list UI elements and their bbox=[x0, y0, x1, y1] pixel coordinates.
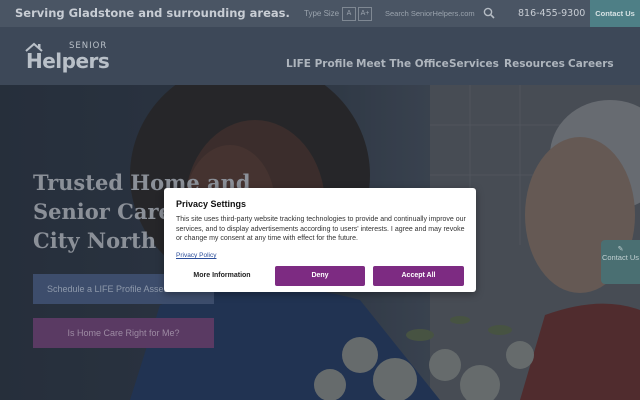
senior-helpers-logo[interactable]: SENIOR Helpers bbox=[24, 41, 119, 75]
accept-all-button[interactable]: Accept All bbox=[373, 266, 464, 286]
nav-careers[interactable]: Careers bbox=[568, 58, 614, 70]
logo-helpers-text: Helpers bbox=[26, 49, 110, 73]
is-home-care-right-button[interactable]: Is Home Care Right for Me? bbox=[33, 318, 214, 348]
floating-contact-label: Contact Us bbox=[601, 253, 640, 262]
type-size-large-button[interactable]: A+ bbox=[358, 7, 372, 21]
privacy-policy-link[interactable]: Privacy Policy bbox=[176, 252, 216, 259]
more-information-button[interactable]: More Information bbox=[176, 266, 268, 286]
privacy-settings-dialog: Privacy Settings This site uses third-pa… bbox=[164, 188, 476, 292]
type-size-normal-button[interactable]: A bbox=[342, 7, 356, 21]
nav-life-profile[interactable]: LIFE Profile bbox=[286, 58, 353, 70]
service-area-tagline: Serving Gladstone and surrounding areas. bbox=[15, 6, 290, 20]
contact-us-button[interactable]: Contact Us bbox=[590, 0, 640, 27]
nav-resources[interactable]: Resources bbox=[504, 58, 565, 70]
dialog-body-text: This site uses third-party website track… bbox=[176, 216, 466, 243]
utility-bar: Serving Gladstone and surrounding areas.… bbox=[0, 0, 640, 27]
nav-services[interactable]: Services bbox=[449, 58, 499, 70]
search-icon[interactable] bbox=[483, 7, 495, 19]
phone-number-link[interactable]: 816-455-9300 bbox=[518, 8, 585, 19]
site-header: SENIOR Helpers LIFE Profile Meet The Off… bbox=[0, 27, 640, 85]
search-input[interactable] bbox=[385, 5, 497, 21]
dialog-title: Privacy Settings bbox=[176, 199, 247, 209]
type-size-label: Type Size bbox=[304, 9, 340, 18]
deny-button[interactable]: Deny bbox=[275, 266, 365, 286]
nav-meet-the-office[interactable]: Meet The Office bbox=[356, 58, 449, 70]
floating-contact-tab[interactable]: ✎ Contact Us bbox=[601, 240, 640, 284]
